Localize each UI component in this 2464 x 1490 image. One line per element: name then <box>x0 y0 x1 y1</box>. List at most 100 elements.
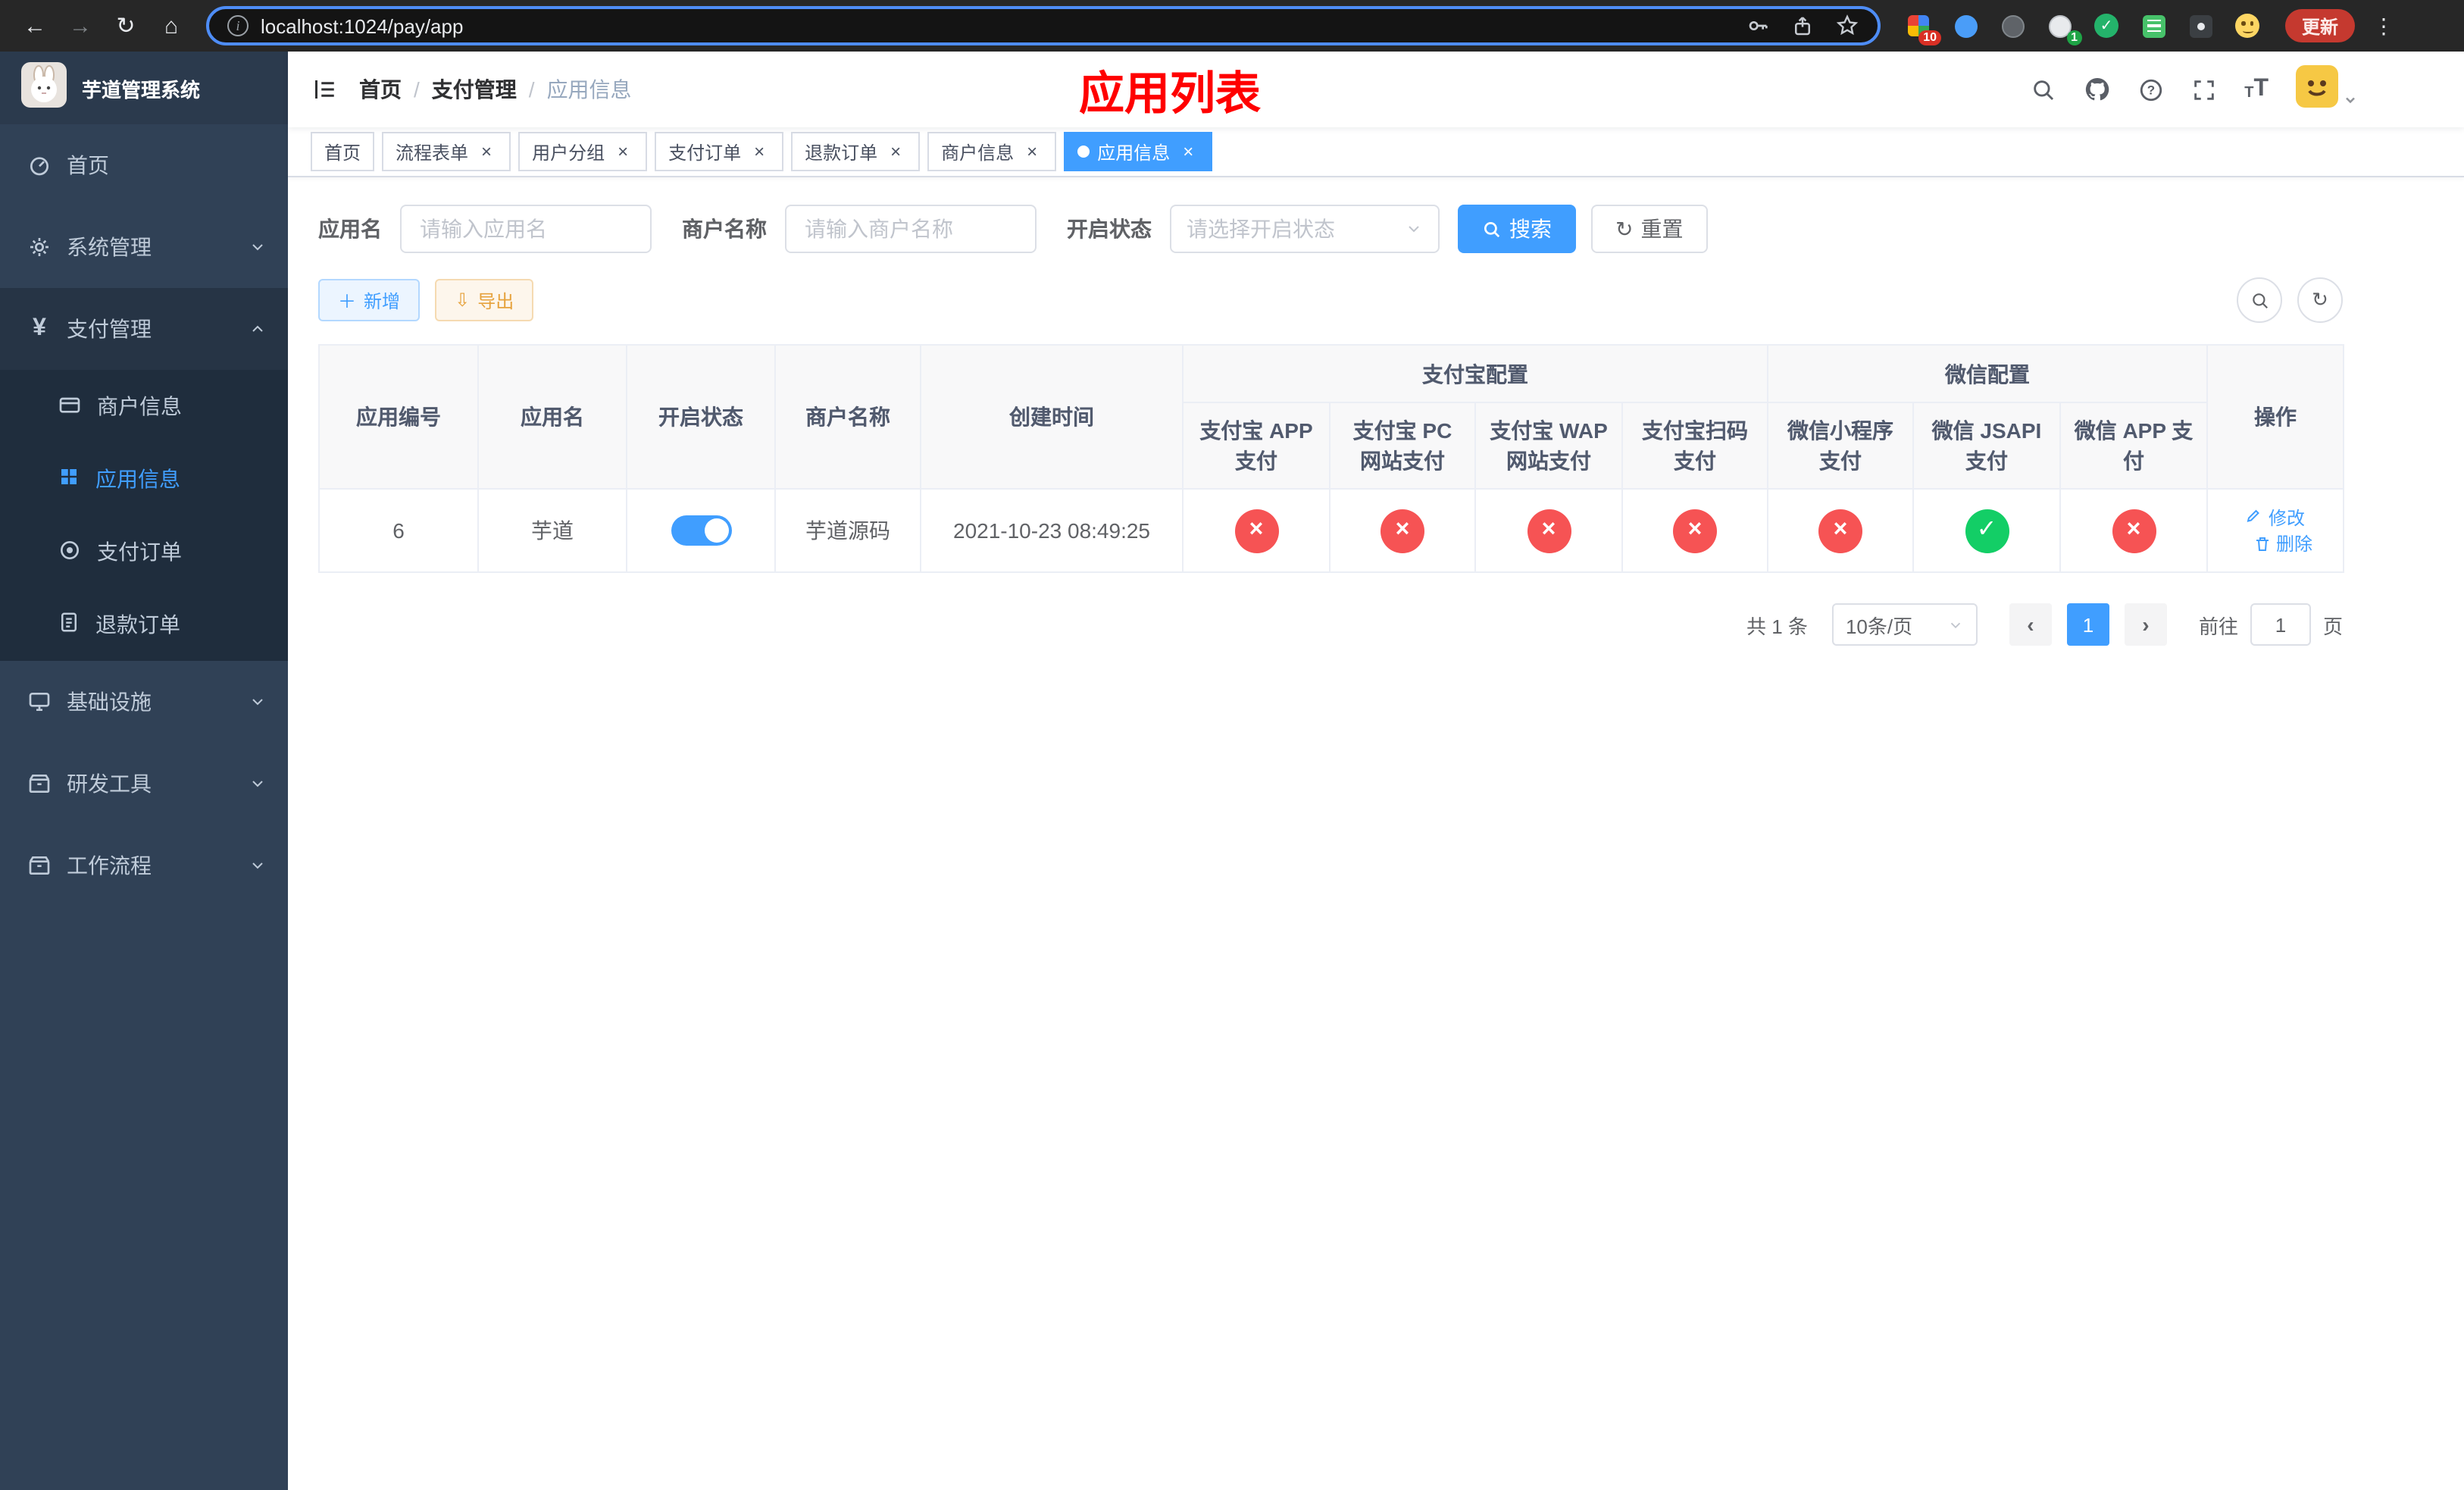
sidebar-item-payment[interactable]: ¥ 支付管理 <box>0 288 288 370</box>
close-icon[interactable]: × <box>476 141 497 162</box>
caret-down-icon <box>2343 87 2358 114</box>
extension-emoji-icon[interactable] <box>2234 12 2261 39</box>
font-size-icon[interactable]: TT <box>2244 77 2269 102</box>
browser-back-icon[interactable]: ← <box>15 6 55 45</box>
breadcrumb-home[interactable]: 首页 <box>359 74 402 105</box>
search-icon[interactable] <box>2031 77 2056 102</box>
export-button[interactable]: ⇩ 导出 <box>435 279 534 321</box>
browser-update-button[interactable]: 更新 <box>2285 9 2356 42</box>
sidebar-item-home[interactable]: 首页 <box>0 124 288 206</box>
close-icon[interactable]: × <box>749 141 770 162</box>
sidebar-subitem-merchant-info[interactable]: 商户信息 <box>0 370 288 443</box>
extension-pin-icon[interactable] <box>2187 12 2214 39</box>
sidebar-item-infra[interactable]: 基础设施 <box>0 661 288 743</box>
fullscreen-icon[interactable] <box>2191 77 2217 102</box>
bookmark-star-icon[interactable] <box>1835 14 1859 38</box>
hamburger-icon[interactable] <box>311 76 338 103</box>
tab-home[interactable]: 首页 <box>311 132 375 171</box>
show-search-button[interactable] <box>2237 277 2282 323</box>
address-bar[interactable]: i localhost:1024/pay/app <box>206 6 1881 45</box>
prev-page-button[interactable]: ‹ <box>2009 603 2052 646</box>
tab-refund-order[interactable]: 退款订单 × <box>791 132 921 171</box>
edit-link[interactable]: 修改 <box>2246 504 2305 530</box>
gear-icon <box>27 235 52 259</box>
browser-reload-icon[interactable]: ↻ <box>106 6 145 45</box>
user-menu[interactable] <box>2296 64 2358 114</box>
browser-menu-icon[interactable]: ⋮ <box>2373 13 2394 39</box>
browser-forward-icon[interactable]: → <box>61 6 100 45</box>
extension-grid-icon[interactable]: 10 <box>1905 12 1941 45</box>
url-text[interactable]: localhost:1024/pay/app <box>261 14 463 37</box>
col-header-merchant: 商户名称 <box>774 344 921 490</box>
order-icon <box>58 537 82 566</box>
site-info-icon[interactable]: i <box>227 15 249 36</box>
cell-merchant: 芋道源码 <box>774 488 921 573</box>
screen: ← → ↻ ⌂ i localhost:1024/pay/app 10 1 ✓ … <box>0 0 2464 1490</box>
tab-user-group[interactable]: 用户分组 × <box>518 132 648 171</box>
app-logo[interactable]: 芋道管理系统 <box>0 52 288 124</box>
extension-badge: 10 <box>1918 30 1941 45</box>
document-icon <box>58 611 80 638</box>
status-label: 开启状态 <box>1067 217 1152 241</box>
pagination: 共 1 条 10条/页 ‹ 1 › 前往 页 <box>318 603 2343 646</box>
monitor-icon <box>27 690 52 714</box>
sidebar-subitem-label: 商户信息 <box>97 394 182 418</box>
cell-wechat-jsapi: ✓ <box>1912 488 2061 573</box>
yen-icon: ¥ <box>33 315 46 341</box>
chevron-down-icon <box>1405 220 1423 238</box>
browser-home-icon[interactable]: ⌂ <box>152 6 191 45</box>
breadcrumb-separator: / <box>528 77 535 102</box>
extension-blue-icon[interactable] <box>1952 12 1979 39</box>
page-number-1[interactable]: 1 <box>2066 603 2109 646</box>
sidebar-item-label: 支付管理 <box>67 317 152 341</box>
goto-page-input[interactable] <box>2250 603 2311 646</box>
tab-payment-order[interactable]: 支付订单 × <box>655 132 784 171</box>
refresh-table-button[interactable]: ↻ <box>2297 277 2343 323</box>
top-navbar: 首页 / 支付管理 / 应用信息 应用列表 ? T T <box>288 52 2464 127</box>
share-icon[interactable] <box>1791 14 1814 37</box>
password-key-icon[interactable] <box>1746 14 1770 38</box>
search-button[interactable]: 搜索 <box>1458 205 1576 253</box>
page-size-select[interactable]: 10条/页 <box>1831 603 1978 646</box>
breadcrumb-payment[interactable]: 支付管理 <box>432 74 517 105</box>
logo-title: 芋道管理系统 <box>82 78 201 101</box>
chevron-down-icon <box>249 775 267 793</box>
grid-icon <box>58 465 80 493</box>
extension-dark-icon[interactable] <box>1999 12 2026 39</box>
extension-notes-icon[interactable] <box>2140 12 2167 39</box>
active-dot-icon <box>1077 146 1090 158</box>
github-icon[interactable] <box>2084 76 2111 103</box>
status-select[interactable]: 请选择开启状态 <box>1170 205 1440 253</box>
sidebar-item-label: 首页 <box>67 153 109 177</box>
close-icon[interactable]: × <box>612 141 633 162</box>
sidebar-subitem-payment-order[interactable]: 支付订单 <box>0 515 288 588</box>
col-header-wechat-app: 微信 APP 支付 <box>2059 402 2208 490</box>
tab-label: 用户分组 <box>532 142 605 163</box>
close-icon[interactable]: × <box>885 141 906 162</box>
reset-button[interactable]: ↻ 重置 <box>1591 205 1708 253</box>
delete-link[interactable]: 删除 <box>2253 531 2312 556</box>
page-size-value: 10条/页 <box>1845 615 1913 637</box>
next-page-button[interactable]: › <box>2124 603 2167 646</box>
close-icon[interactable]: × <box>1021 141 1043 162</box>
add-button-label: 新增 <box>364 290 401 311</box>
help-icon[interactable]: ? <box>2138 77 2164 102</box>
close-icon[interactable]: × <box>1177 141 1199 162</box>
sidebar-item-devtools[interactable]: 研发工具 <box>0 743 288 825</box>
tab-merchant-info[interactable]: 商户信息 × <box>927 132 1057 171</box>
extension-notify-icon[interactable]: 1 <box>2046 12 2082 45</box>
extension-check-icon[interactable]: ✓ <box>2093 12 2120 39</box>
app-name-input[interactable] <box>400 205 652 253</box>
page-content: 应用名 商户名称 开启状态 请选择开启状态 搜索 <box>288 177 2344 646</box>
sidebar-subitem-refund-order[interactable]: 退款订单 <box>0 588 288 661</box>
merchant-name-input[interactable] <box>785 205 1037 253</box>
add-button[interactable]: ＋ 新增 <box>318 279 421 321</box>
status-switch[interactable] <box>671 515 731 546</box>
sidebar-item-system[interactable]: 系统管理 <box>0 206 288 288</box>
sidebar-item-workflow[interactable]: 工作流程 <box>0 825 288 906</box>
plus-icon: ＋ <box>338 290 357 311</box>
tab-process-form[interactable]: 流程表单 × <box>382 132 511 171</box>
tab-app-info[interactable]: 应用信息 × <box>1064 132 1213 171</box>
svg-text:?: ? <box>2147 83 2155 97</box>
sidebar-subitem-app-info[interactable]: 应用信息 <box>0 443 288 515</box>
